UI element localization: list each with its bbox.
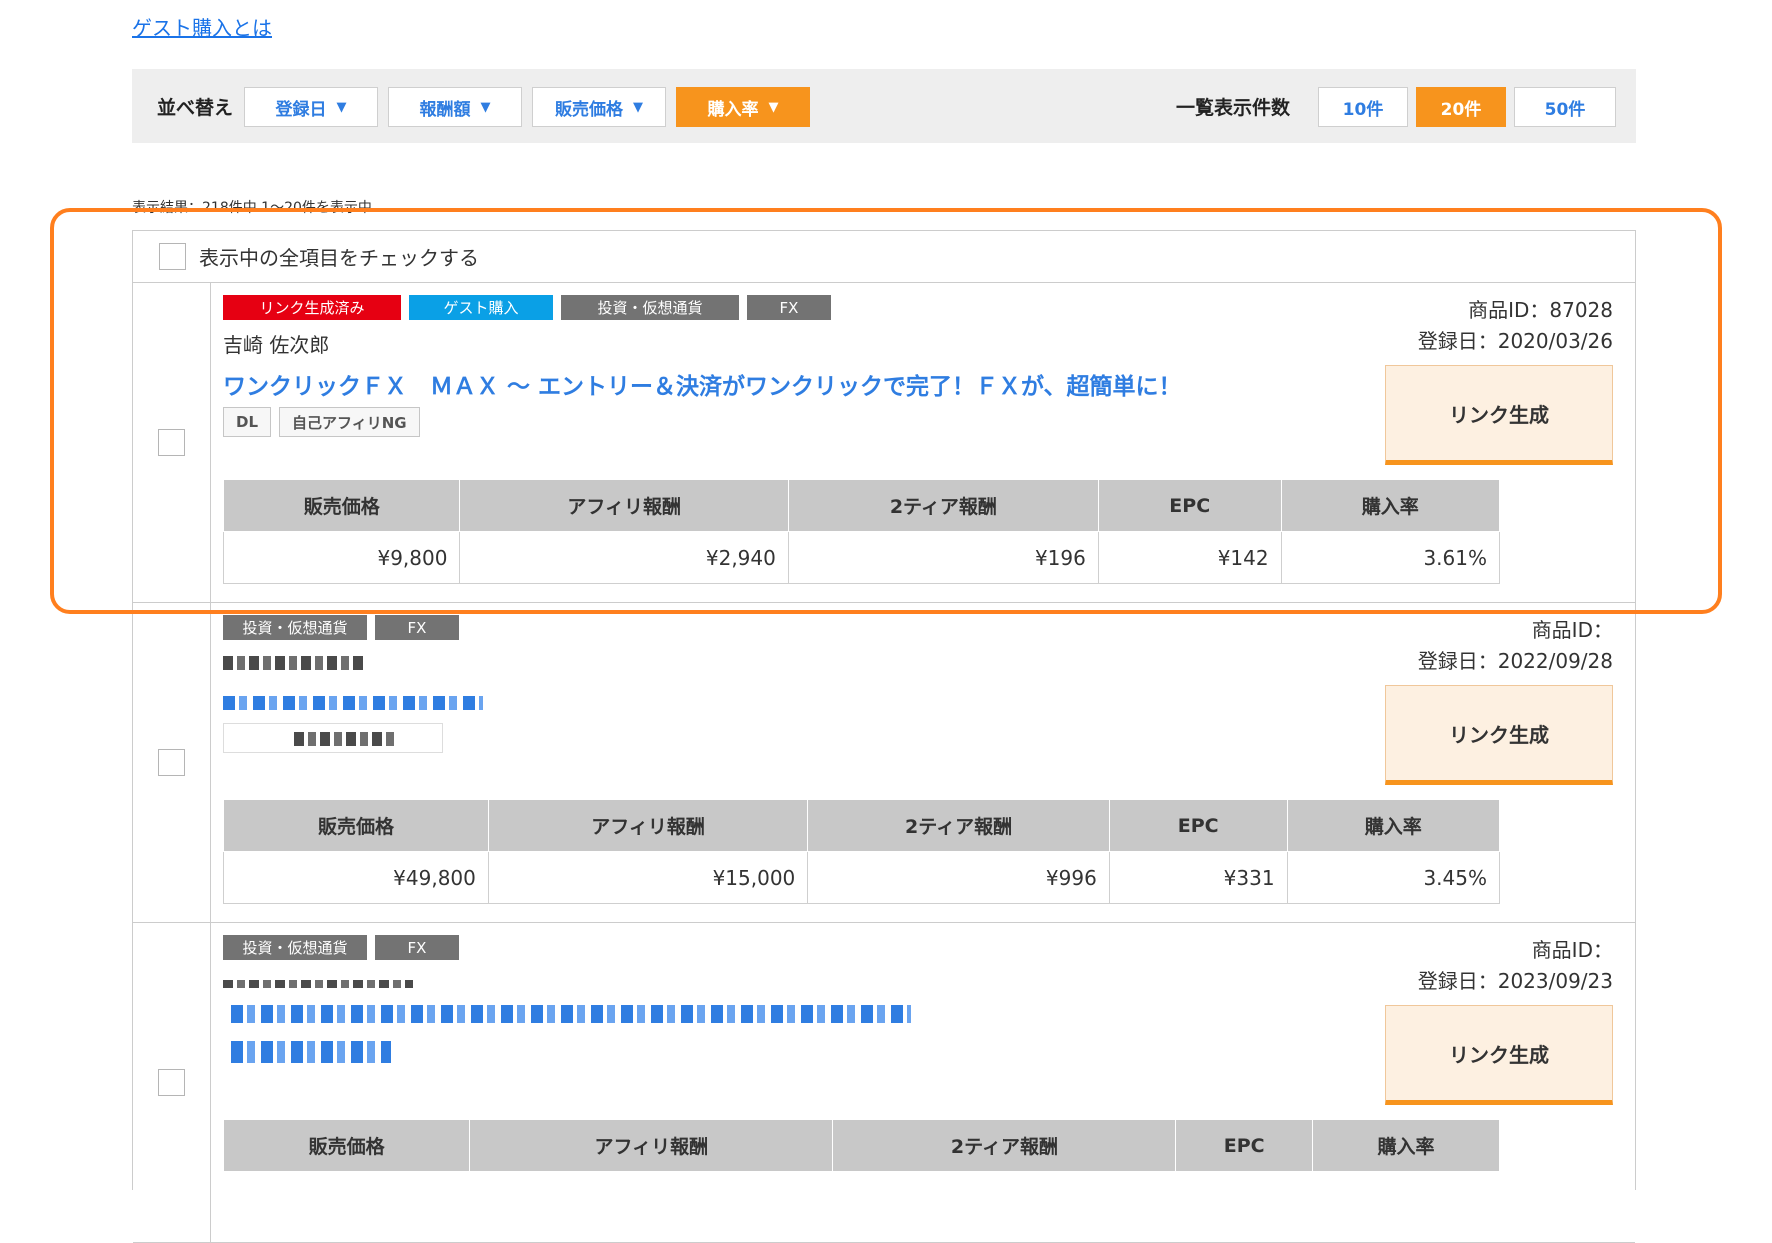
tag-link-generated: リンク生成済み <box>223 295 401 320</box>
stat-header-2tier-reward: 2ティア報酬 <box>807 799 1110 852</box>
subtags-redacted <box>231 1041 391 1067</box>
stats-table: 販売価格 アフィリ報酬 2ティア報酬 EPC 購入率 ¥9,800 ¥2,940… <box>222 479 1501 584</box>
seller-name-redacted <box>223 655 363 674</box>
count-label: 一覧表示件数 <box>1176 97 1291 119</box>
stat-header-affiliate-reward: アフィリ報酬 <box>487 799 809 852</box>
sort-by-price-button[interactable]: 販売価格 ▼ <box>532 87 666 127</box>
check-all-row[interactable]: 表示中の全項目をチェックする <box>133 231 1635 283</box>
item-checkbox[interactable] <box>158 429 185 456</box>
stat-header-price: 販売価格 <box>222 479 461 532</box>
product-item: 投資・仮想通貨 FX 商品ID： 登録日：2022/09/28 リンク生成 販売… <box>133 603 1635 923</box>
stat-header-purchase-rate: 購入率 <box>1286 799 1501 852</box>
registered-date: 登録日：2023/09/23 <box>1417 969 1613 993</box>
product-id: 商品ID： <box>1531 938 1613 962</box>
triangle-down-icon: ▼ <box>480 99 491 115</box>
sort-by-purchase-rate-button[interactable]: 購入率 ▼ <box>676 87 810 127</box>
triangle-down-icon: ▼ <box>768 99 779 115</box>
sort-by-date-label: 登録日 <box>275 99 327 120</box>
tag-guest-purchase: ゲスト購入 <box>409 295 553 320</box>
sort-by-reward-label: 報酬額 <box>419 99 471 120</box>
guest-purchase-link[interactable]: ゲスト購入とは <box>132 12 272 41</box>
subtag-dl: DL <box>223 407 272 437</box>
tag-category: 投資・仮想通貨 <box>223 935 367 960</box>
sort-by-date-button[interactable]: 登録日 ▼ <box>244 87 378 127</box>
sort-by-purchase-rate-label: 購入率 <box>707 99 759 120</box>
product-item: 投資・仮想通貨 FX 商品ID： 登録日：2023/09/23 リンク生成 販売… <box>133 923 1635 1243</box>
stats-table: 販売価格 アフィリ報酬 2ティア報酬 EPC 購入率 <box>222 1119 1500 1172</box>
product-id: 商品ID： <box>1531 618 1613 642</box>
stat-header-affiliate-reward: アフィリ報酬 <box>469 1119 834 1172</box>
count-50-button[interactable]: 50件 <box>1514 87 1616 127</box>
stat-header-2tier-reward: 2ティア報酬 <box>832 1119 1177 1172</box>
stat-2tier-reward: ¥996 <box>807 851 1110 904</box>
count-10-button[interactable]: 10件 <box>1318 87 1408 127</box>
stat-affiliate-reward: ¥2,940 <box>459 531 789 584</box>
stat-header-epc: EPC <box>1175 1119 1314 1172</box>
stat-purchase-rate: 3.61% <box>1280 531 1501 584</box>
stat-header-price: 販売価格 <box>222 1119 471 1172</box>
stat-header-price: 販売価格 <box>223 799 489 852</box>
product-title-link[interactable]: ワンクリックＦＸ ＭＡＸ 〜 エントリー＆決済がワンクリックで完了！ＦＸが、超簡… <box>223 367 1182 401</box>
stat-header-epc: EPC <box>1108 799 1288 852</box>
stat-header-purchase-rate: 購入率 <box>1280 479 1501 532</box>
stat-header-purchase-rate: 購入率 <box>1312 1119 1500 1172</box>
stat-affiliate-reward: ¥15,000 <box>487 851 809 904</box>
registered-date: 登録日：2022/09/28 <box>1417 649 1613 673</box>
sort-label: 並べ替え <box>157 97 234 119</box>
seller-name: 吉崎 佐次郎 <box>223 333 330 357</box>
tag-category: 投資・仮想通貨 <box>223 615 367 640</box>
seller-name-redacted <box>223 973 413 992</box>
tag-fx: FX <box>375 935 459 960</box>
sort-toolbar: 並べ替え 登録日 ▼ 報酬額 ▼ 販売価格 ▼ 購入率 ▼ 一覧表示件数 10件 20件… <box>132 69 1636 143</box>
triangle-down-icon: ▼ <box>336 99 347 115</box>
stat-header-affiliate-reward: アフィリ報酬 <box>459 479 789 532</box>
item-checkbox[interactable] <box>158 749 185 776</box>
results-summary: 表示結果：218件中 1〜20件を表示中 <box>132 200 372 216</box>
stat-price: ¥9,800 <box>222 531 461 584</box>
stat-header-epc: EPC <box>1097 479 1282 532</box>
stat-header-2tier-reward: 2ティア報酬 <box>787 479 1099 532</box>
stat-purchase-rate: 3.45% <box>1286 851 1501 904</box>
stat-price: ¥49,800 <box>223 851 489 904</box>
count-20-button[interactable]: 20件 <box>1416 87 1506 127</box>
stat-epc: ¥331 <box>1108 851 1288 904</box>
tag-fx: FX <box>375 615 459 640</box>
product-title-redacted[interactable] <box>231 1005 911 1027</box>
item-checkbox[interactable] <box>158 1069 185 1096</box>
generate-link-button[interactable]: リンク生成 <box>1385 365 1613 465</box>
product-list: 表示中の全項目をチェックする リンク生成済み ゲスト購入 投資・仮想通貨 FX … <box>132 230 1636 1243</box>
stat-epc: ¥142 <box>1097 531 1282 584</box>
check-all-checkbox[interactable] <box>159 243 186 270</box>
tag-fx: FX <box>747 295 831 320</box>
product-item: リンク生成済み ゲスト購入 投資・仮想通貨 FX 吉崎 佐次郎 ワンクリックＦＸ… <box>133 283 1635 603</box>
product-title-redacted[interactable] <box>223 695 483 714</box>
generate-link-button[interactable]: リンク生成 <box>1385 1005 1613 1105</box>
registered-date: 登録日：2020/03/26 <box>1417 329 1613 353</box>
generate-link-button[interactable]: リンク生成 <box>1385 685 1613 785</box>
subtag-self-affiliate-ng: 自己アフィリNG <box>279 407 420 437</box>
check-all-label: 表示中の全項目をチェックする <box>199 246 479 270</box>
stats-table: 販売価格 アフィリ報酬 2ティア報酬 EPC 購入率 ¥49,800 ¥15,0… <box>223 799 1501 904</box>
sort-by-price-label: 販売価格 <box>555 99 623 120</box>
product-id: 商品ID：87028 <box>1468 298 1613 322</box>
sort-by-reward-button[interactable]: 報酬額 ▼ <box>388 87 522 127</box>
tag-category: 投資・仮想通貨 <box>561 295 739 320</box>
subtags-redacted <box>223 723 443 753</box>
triangle-down-icon: ▼ <box>633 99 643 115</box>
stat-2tier-reward: ¥196 <box>787 531 1099 584</box>
